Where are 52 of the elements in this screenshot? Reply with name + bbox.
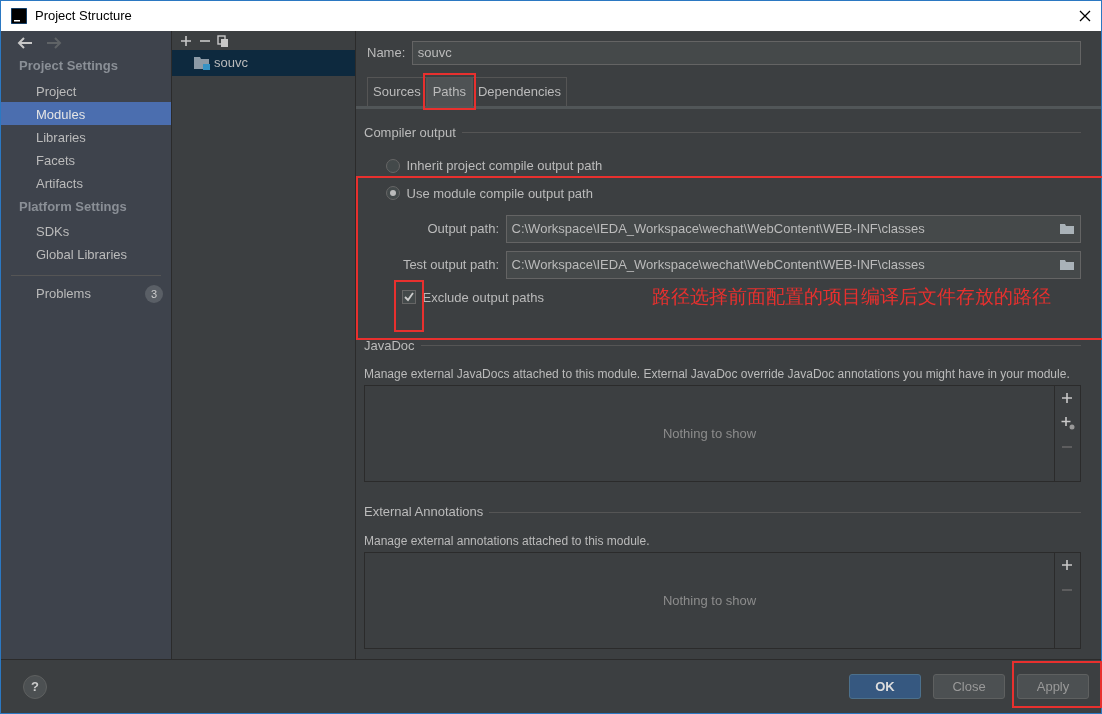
folder-icon[interactable] — [1060, 223, 1075, 235]
name-field[interactable]: souvc — [411, 41, 1081, 65]
sidebar-item[interactable]: Project — [1, 78, 171, 102]
copy-icon[interactable] — [217, 35, 229, 48]
tab[interactable]: Dependencies — [471, 77, 568, 106]
add-icon[interactable] — [180, 35, 192, 48]
tab[interactable]: Sources — [367, 77, 427, 106]
help-button[interactable]: ? — [23, 674, 47, 699]
back-arrow-icon[interactable] — [17, 37, 33, 49]
tree-item[interactable]: souvc — [172, 50, 355, 76]
sidebar-item[interactable]: Facets — [1, 147, 171, 171]
add-icon[interactable] — [1060, 392, 1075, 406]
path-field[interactable]: C:\Workspace\IEDA_Workspace\wechat\WebContent\WEB-INF\classes — [505, 215, 1081, 243]
checkbox[interactable] — [402, 290, 416, 305]
field-label: Output path: — [426, 220, 499, 239]
description-text: Manage external annotations attached to this module. — [364, 532, 651, 550]
description-text: Manage external JavaDocs attached to this module. External JavaDoc override JavaDoc annotations you might have in your module. — [364, 366, 1071, 383]
annotation-text: 路径选择前面配置的项目编译后文件存放的路径 — [652, 285, 1051, 309]
field-label: Test output path: — [401, 256, 499, 275]
option-label: Inherit project compile output path — [406, 157, 603, 175]
checkbox-label: Exclude output paths — [422, 288, 544, 307]
folder-icon[interactable] — [1060, 259, 1075, 271]
group-title: Compiler output — [364, 123, 456, 142]
empty-list-text: Nothing to show — [661, 591, 758, 610]
add-link-icon[interactable] — [1060, 416, 1075, 430]
sidebar-item[interactable]: Problems — [36, 284, 91, 304]
dialog-button[interactable]: Apply — [1017, 674, 1089, 699]
section-title: Project Settings — [18, 57, 119, 75]
radio-button[interactable] — [386, 158, 400, 173]
sidebar-item[interactable]: Global Libraries — [1, 242, 171, 265]
group-title: External Annotations — [364, 503, 484, 522]
app-logo-icon — [11, 8, 27, 24]
module-folder-icon — [194, 55, 210, 70]
dialog-button[interactable]: Close — [933, 674, 1005, 699]
path-field[interactable]: C:\Workspace\IEDA_Workspace\wechat\WebContent\WEB-INF\classes — [505, 251, 1081, 279]
option-label: Use module compile output path — [406, 184, 593, 203]
radio-button[interactable] — [386, 186, 400, 201]
close-icon[interactable] — [1079, 10, 1091, 22]
field-label: Name: — [367, 44, 406, 63]
add-icon[interactable] — [1060, 558, 1075, 573]
dialog-button[interactable]: OK — [849, 674, 921, 699]
empty-list-text: Nothing to show — [661, 424, 758, 443]
sidebar-item[interactable]: Artifacts — [1, 170, 171, 194]
section-title: Platform Settings — [18, 197, 128, 216]
tab[interactable]: Paths — [426, 77, 472, 106]
count-badge: 3 — [145, 284, 163, 303]
module-name: souvc — [214, 54, 248, 72]
sidebar-item[interactable]: SDKs — [1, 219, 171, 242]
sidebar-item[interactable]: Libraries — [1, 124, 171, 148]
group-title: JavaDoc — [364, 336, 415, 355]
window-title: Project Structure — [35, 7, 133, 26]
sidebar-item[interactable]: Modules — [1, 101, 171, 125]
